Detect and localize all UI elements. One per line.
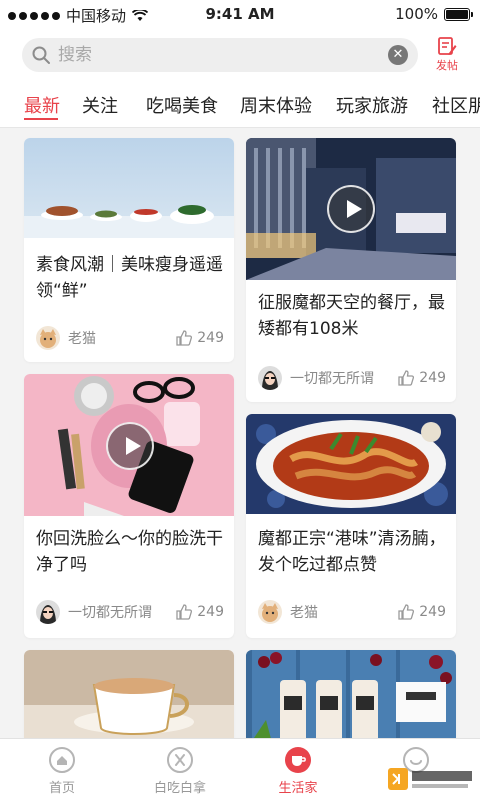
battery-percent: 100% <box>395 5 438 23</box>
card-image <box>246 650 456 750</box>
home-icon <box>49 747 75 773</box>
tab-weekend[interactable]: 周末体验 <box>240 92 312 118</box>
card-image <box>24 650 234 750</box>
thumbs-up-icon <box>398 370 415 386</box>
card-image <box>246 138 456 280</box>
feed-card[interactable]: 素食风潮｜美味瘦身遥遥领“鲜” 老猫 249 <box>24 138 234 362</box>
feed-card[interactable]: 你回洗脸么～你的脸洗干净了吗 一切都无所谓 249 <box>24 374 234 638</box>
avatar <box>258 600 282 624</box>
tab-following[interactable]: 关注 <box>82 92 118 118</box>
avatar <box>258 366 282 390</box>
nav-life[interactable]: 生活家 <box>248 747 348 796</box>
card-meta: 老猫 249 <box>258 600 446 624</box>
avatar <box>36 326 60 350</box>
tab-travel[interactable]: 玩家旅游 <box>336 92 408 118</box>
category-tabs: 最新 关注 吃喝美食 周末体验 玩家旅游 社区朋 <box>0 82 480 128</box>
cutlery-icon <box>167 747 193 773</box>
feed-card[interactable]: 征服魔都天空的餐厅，最矮都有108米 一切都无所谓 249 <box>246 138 456 402</box>
feed-card[interactable] <box>246 650 456 750</box>
play-icon[interactable] <box>106 422 154 470</box>
nav-label: 生活家 <box>278 781 318 796</box>
card-title: 你回洗脸么～你的脸洗干净了吗 <box>36 529 223 575</box>
search-header: ✕ 发帖 <box>0 28 480 82</box>
clear-icon[interactable]: ✕ <box>388 45 408 65</box>
nav-label: 白吃白拿 <box>153 781 206 796</box>
card-image <box>24 138 234 238</box>
nav-free-stuff[interactable]: 白吃白拿 <box>130 747 230 796</box>
post-label: 发帖 <box>436 59 458 72</box>
search-bar[interactable]: ✕ <box>22 38 418 72</box>
tab-food[interactable]: 吃喝美食 <box>146 92 218 118</box>
like-count: 249 <box>419 370 446 386</box>
play-icon[interactable] <box>327 185 375 233</box>
nav-home[interactable]: 首页 <box>12 747 112 796</box>
active-tab-indicator <box>24 118 58 120</box>
like-button[interactable]: 249 <box>397 603 446 621</box>
card-title: 素食风潮｜美味瘦身遥遥领“鲜” <box>36 255 223 301</box>
feed-card[interactable]: 魔都正宗“港味”清汤腩，发个吃过都点赞 老猫 249 <box>246 414 456 638</box>
watermark-logo <box>388 768 472 790</box>
card-meta: 一切都无所谓 249 <box>36 600 224 624</box>
author-name: 老猫 <box>68 331 96 347</box>
nav-label: 首页 <box>48 781 75 796</box>
like-button[interactable]: 249 <box>397 369 446 387</box>
thumbs-up-icon <box>176 330 193 346</box>
author-name: 一切都无所谓 <box>68 605 152 621</box>
card-meta: 一切都无所谓 249 <box>258 366 446 390</box>
search-icon <box>32 46 50 64</box>
search-input[interactable] <box>58 38 378 72</box>
card-meta: 老猫 249 <box>36 326 224 350</box>
tab-community[interactable]: 社区朋 <box>432 92 480 118</box>
status-bar: 中国移动 9:41 AM 100% <box>0 0 480 28</box>
cup-icon <box>285 747 311 773</box>
like-button[interactable]: 249 <box>175 329 224 347</box>
like-button[interactable]: 249 <box>175 603 224 621</box>
tab-latest[interactable]: 最新 <box>24 92 60 118</box>
compose-icon <box>438 37 457 55</box>
card-title: 征服魔都天空的餐厅，最矮都有108米 <box>258 293 445 339</box>
feed-card[interactable] <box>24 650 234 750</box>
like-count: 249 <box>197 330 224 346</box>
card-title: 魔都正宗“港味”清汤腩，发个吃过都点赞 <box>258 529 446 575</box>
thumbs-up-icon <box>176 604 193 620</box>
card-image <box>246 414 456 514</box>
post-button[interactable]: 发帖 <box>432 36 462 76</box>
like-count: 249 <box>197 604 224 620</box>
avatar <box>36 600 60 624</box>
author-name: 老猫 <box>290 605 318 621</box>
like-count: 249 <box>419 604 446 620</box>
card-image <box>24 374 234 516</box>
battery-icon <box>444 7 473 21</box>
thumbs-up-icon <box>398 604 415 620</box>
author-name: 一切都无所谓 <box>290 371 374 387</box>
